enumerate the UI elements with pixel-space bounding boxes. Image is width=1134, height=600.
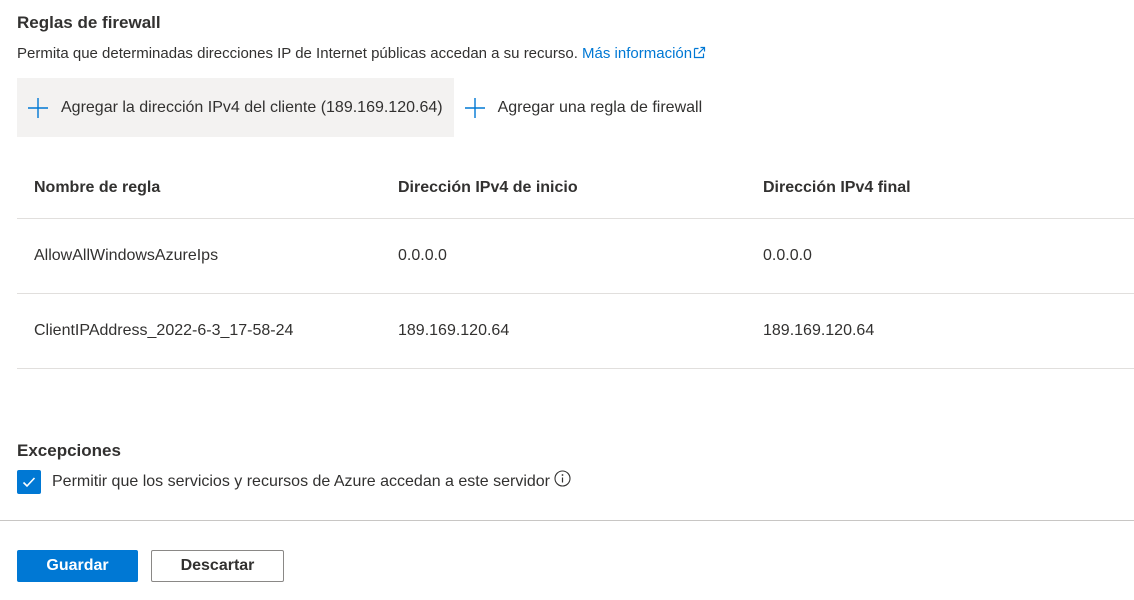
column-header-rule-name: Nombre de regla — [17, 158, 381, 219]
info-icon[interactable] — [554, 469, 571, 487]
save-button[interactable]: Guardar — [17, 550, 138, 582]
table-row[interactable]: ClientIPAddress_2022-6-3_17-58-24 189.16… — [17, 293, 1134, 369]
start-ip-cell: 189.169.120.64 — [381, 293, 746, 369]
discard-button[interactable]: Descartar — [151, 550, 284, 582]
learn-more-link[interactable]: Más información — [582, 45, 706, 62]
plus-icon — [464, 97, 485, 118]
add-firewall-rule-button[interactable]: Agregar una regla de firewall — [454, 78, 714, 137]
rule-name-cell: AllowAllWindowsAzureIps — [17, 218, 381, 294]
footer-divider — [0, 520, 1134, 521]
column-header-end-ip: Dirección IPv4 final — [746, 158, 1134, 219]
checkmark-icon — [22, 477, 36, 488]
firewall-settings-page: Reglas de firewall Permita que determina… — [0, 0, 1134, 600]
external-link-icon — [693, 46, 706, 59]
firewall-rules-table: Nombre de regla Dirección IPv4 de inicio… — [17, 158, 1134, 369]
plus-icon — [28, 97, 48, 118]
learn-more-label: Más información — [582, 45, 693, 62]
firewall-toolbar: Agregar la dirección IPv4 del cliente (1… — [17, 78, 713, 137]
table-row[interactable]: AllowAllWindowsAzureIps 0.0.0.0 0.0.0.0 — [17, 218, 1134, 294]
column-header-start-ip: Dirección IPv4 de inicio — [381, 158, 746, 219]
end-ip-cell: 189.169.120.64 — [746, 293, 1134, 369]
start-ip-cell: 0.0.0.0 — [381, 218, 746, 294]
rule-name-cell: ClientIPAddress_2022-6-3_17-58-24 — [17, 293, 381, 369]
end-ip-cell: 0.0.0.0 — [746, 218, 1134, 294]
exceptions-title: Excepciones — [17, 441, 121, 460]
table-header-row: Nombre de regla Dirección IPv4 de inicio… — [17, 158, 1134, 219]
allow-azure-services-label: Permitir que los servicios y recursos de… — [52, 473, 550, 490]
add-client-ip-button[interactable]: Agregar la dirección IPv4 del cliente (1… — [17, 78, 454, 137]
firewall-description: Permita que determinadas direcciones IP … — [17, 45, 706, 62]
allow-azure-services-row: Permitir que los servicios y recursos de… — [17, 469, 571, 494]
add-client-ip-label: Agregar la dirección IPv4 del cliente (1… — [61, 98, 443, 116]
firewall-description-text: Permita que determinadas direcciones IP … — [17, 45, 578, 62]
allow-azure-services-checkbox[interactable] — [17, 470, 41, 494]
add-firewall-rule-label: Agregar una regla de firewall — [497, 98, 703, 116]
firewall-rules-title: Reglas de firewall — [17, 13, 161, 32]
